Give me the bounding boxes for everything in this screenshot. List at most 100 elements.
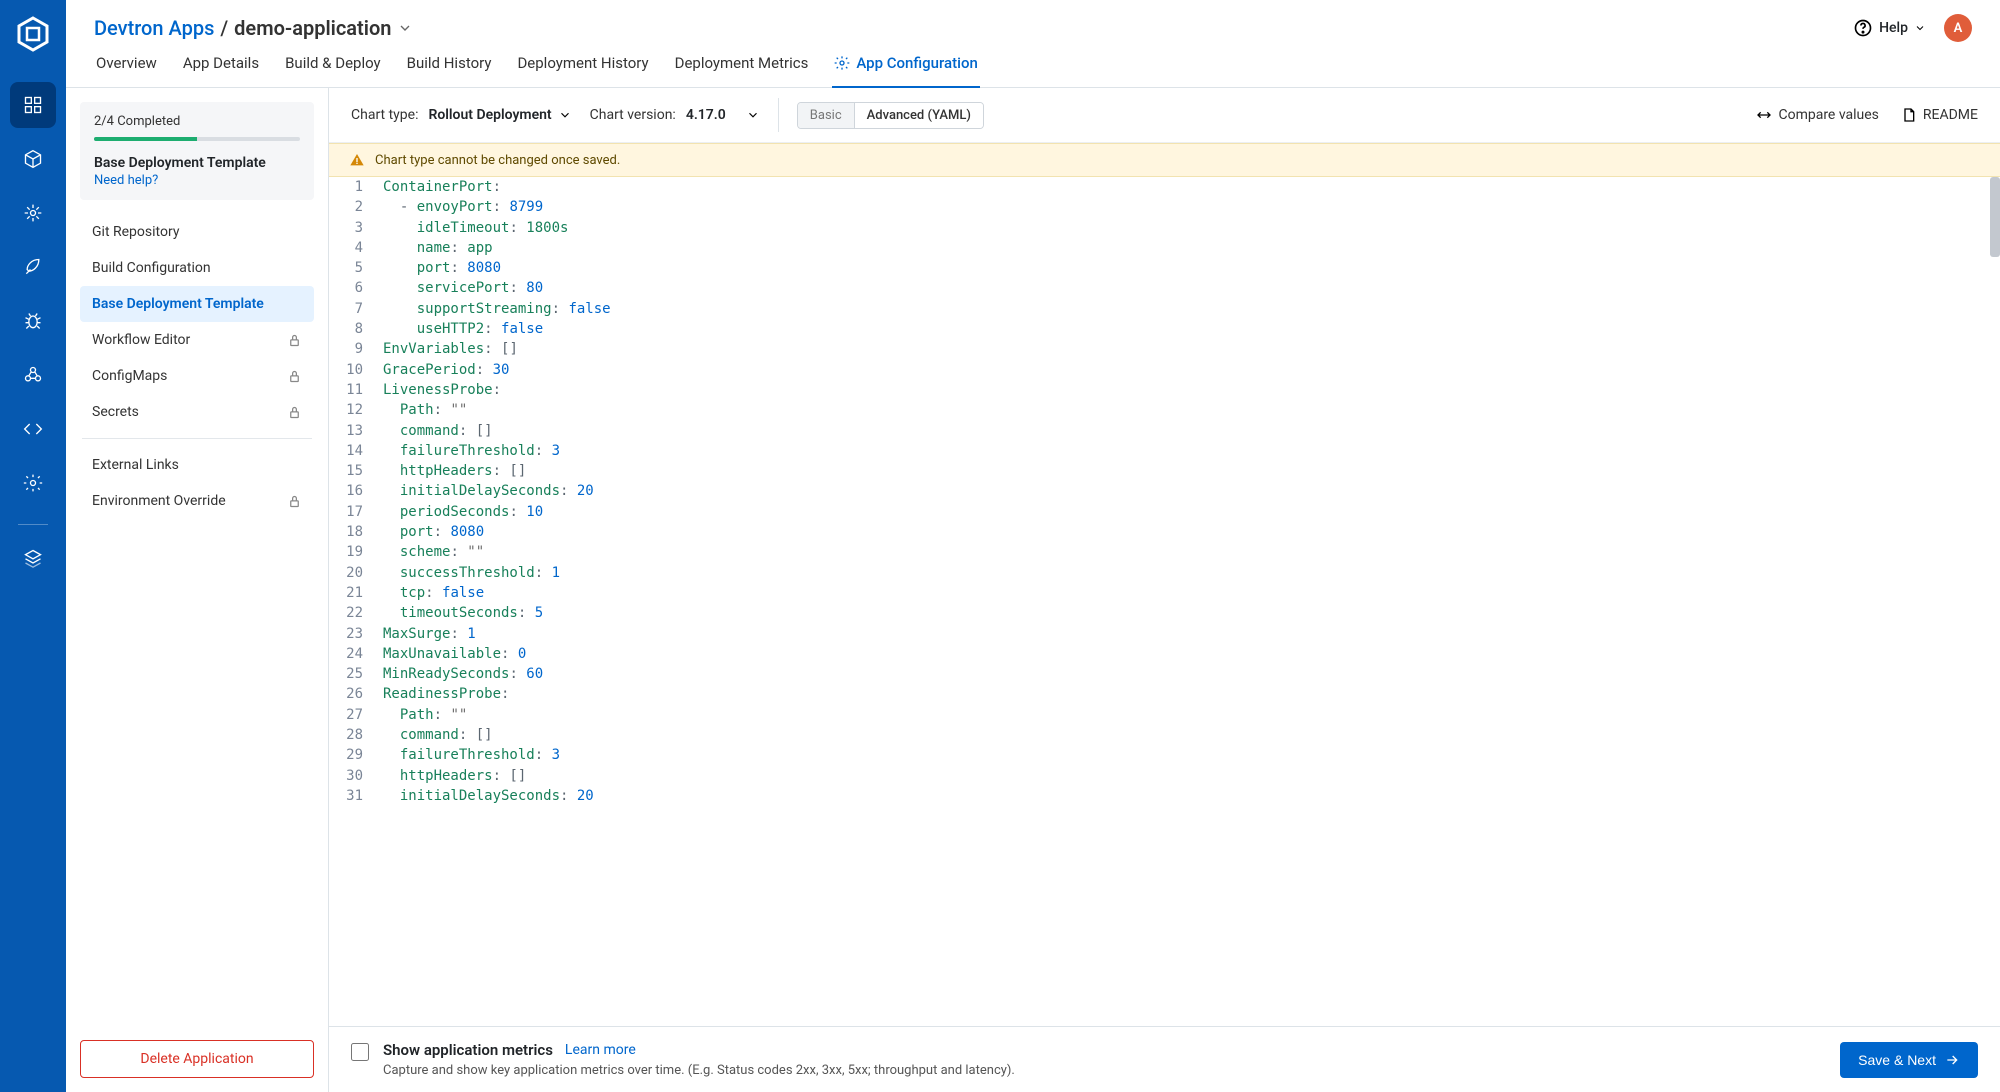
- rail-bug-icon[interactable]: [10, 298, 56, 344]
- rail-separator: [18, 524, 48, 525]
- line-number: 6: [329, 278, 375, 298]
- nav-item-label: Secrets: [92, 404, 139, 420]
- code-line: 25MinReadySeconds: 60: [329, 664, 2000, 684]
- compare-values-button[interactable]: Compare values: [1756, 107, 1878, 123]
- code-line: 21 tcp: false: [329, 583, 2000, 603]
- code-content: idleTimeout: 1800s: [375, 218, 568, 238]
- breadcrumb-root[interactable]: Devtron Apps: [94, 16, 214, 40]
- avatar[interactable]: A: [1944, 14, 1972, 42]
- nav-external-links[interactable]: External Links: [80, 447, 314, 483]
- delete-application-button[interactable]: Delete Application: [80, 1040, 314, 1078]
- code-line: 7 supportStreaming: false: [329, 299, 2000, 319]
- code-content: failureThreshold: 3: [375, 441, 560, 461]
- code-content: port: 8080: [375, 522, 484, 542]
- code-content: supportStreaming: false: [375, 299, 611, 319]
- rail-cube-icon[interactable]: [10, 136, 56, 182]
- nav-environment-override[interactable]: Environment Override: [80, 483, 314, 519]
- rail-cluster-icon[interactable]: [10, 352, 56, 398]
- chart-type-dropdown[interactable]: Rollout Deployment: [428, 107, 571, 123]
- rail-stack-icon[interactable]: [10, 535, 56, 581]
- scrollbar-thumb[interactable]: [1990, 177, 2000, 257]
- rail-helm-icon[interactable]: [10, 190, 56, 236]
- chart-version-dropdown[interactable]: 4.17.0: [686, 107, 760, 123]
- tab-overview[interactable]: Overview: [94, 54, 159, 88]
- nav-base-deployment-template[interactable]: Base Deployment Template: [80, 286, 314, 322]
- rail-code-icon[interactable]: [10, 406, 56, 452]
- code-content: - envoyPort: 8799: [375, 197, 543, 217]
- toggle-advanced[interactable]: Advanced (YAML): [855, 103, 983, 128]
- nav-secrets[interactable]: Secrets: [80, 394, 314, 430]
- readme-button[interactable]: README: [1901, 107, 1978, 123]
- help-button[interactable]: Help: [1853, 18, 1926, 38]
- code-content: scheme: "": [375, 542, 484, 562]
- chart-version-label: Chart version:: [590, 107, 676, 123]
- nav-workflow-editor[interactable]: Workflow Editor: [80, 322, 314, 358]
- code-content: httpHeaders: []: [375, 766, 526, 786]
- tab-deployment-history[interactable]: Deployment History: [515, 54, 650, 88]
- tab-app-configuration[interactable]: App Configuration: [832, 54, 979, 88]
- nav-item-label: Environment Override: [92, 493, 226, 509]
- code-line: 5 port: 8080: [329, 258, 2000, 278]
- tab-label: Build History: [407, 54, 492, 72]
- editor-toolbar: Chart type: Rollout Deployment Chart ver…: [329, 88, 2000, 143]
- code-line: 26ReadinessProbe:: [329, 684, 2000, 704]
- scroll-track: [1990, 177, 2000, 1026]
- nav-build-configuration[interactable]: Build Configuration: [80, 250, 314, 286]
- nav-git-repository[interactable]: Git Repository: [80, 214, 314, 250]
- progress-help-link[interactable]: Need help?: [94, 173, 158, 188]
- lock-icon: [287, 494, 302, 509]
- breadcrumb-sep: /: [220, 16, 228, 40]
- code-line: 20 successThreshold: 1: [329, 563, 2000, 583]
- code-content: initialDelaySeconds: 20: [375, 786, 594, 806]
- code-content: periodSeconds: 10: [375, 502, 543, 522]
- code-line: 19 scheme: "": [329, 542, 2000, 562]
- code-content: LivenessProbe:: [375, 380, 501, 400]
- metrics-checkbox[interactable]: [351, 1043, 369, 1061]
- tab-app-details[interactable]: App Details: [181, 54, 261, 88]
- line-number: 10: [329, 360, 375, 380]
- line-number: 2: [329, 197, 375, 217]
- tab-build-deploy[interactable]: Build & Deploy: [283, 54, 383, 88]
- tab-label: App Configuration: [856, 54, 977, 72]
- lock-icon: [287, 405, 302, 420]
- nav-configmaps[interactable]: ConfigMaps: [80, 358, 314, 394]
- chevron-down-icon[interactable]: [397, 20, 413, 36]
- code-content: MinReadySeconds: 60: [375, 664, 543, 684]
- code-line: 16 initialDelaySeconds: 20: [329, 481, 2000, 501]
- code-content: name: app: [375, 238, 493, 258]
- lock-icon: [287, 333, 302, 348]
- code-line: 30 httpHeaders: []: [329, 766, 2000, 786]
- editor-footer: Show application metrics Learn more Capt…: [329, 1026, 2000, 1092]
- code-line: 31 initialDelaySeconds: 20: [329, 786, 2000, 806]
- code-content: Path: "": [375, 705, 467, 725]
- line-number: 22: [329, 603, 375, 623]
- code-content: initialDelaySeconds: 20: [375, 481, 594, 501]
- mode-toggle: Basic Advanced (YAML): [797, 102, 984, 129]
- tab-label: Overview: [96, 54, 157, 72]
- arrow-right-icon: [1944, 1052, 1960, 1068]
- rail-rocket-icon[interactable]: [10, 244, 56, 290]
- metrics-learn-more[interactable]: Learn more: [565, 1042, 636, 1058]
- config-sidebar: 2/4 Completed Base Deployment Template N…: [66, 88, 328, 1092]
- nav-item-label: Base Deployment Template: [92, 296, 264, 312]
- code-content: command: []: [375, 421, 493, 441]
- rail-settings-icon[interactable]: [10, 460, 56, 506]
- tab-build-history[interactable]: Build History: [405, 54, 494, 88]
- code-content: EnvVariables: []: [375, 339, 518, 359]
- toggle-basic[interactable]: Basic: [798, 103, 855, 128]
- tab-deployment-metrics[interactable]: Deployment Metrics: [673, 54, 811, 88]
- progress-bar: [94, 137, 300, 141]
- yaml-editor[interactable]: 1ContainerPort:2 - envoyPort: 87993 idle…: [329, 177, 2000, 1026]
- save-and-next-button[interactable]: Save & Next: [1840, 1042, 1978, 1078]
- line-number: 4: [329, 238, 375, 258]
- line-number: 7: [329, 299, 375, 319]
- line-number: 31: [329, 786, 375, 806]
- rail-apps-icon[interactable]: [10, 82, 56, 128]
- warning-text: Chart type cannot be changed once saved.: [375, 153, 620, 168]
- save-label: Save & Next: [1858, 1052, 1936, 1068]
- line-number: 23: [329, 624, 375, 644]
- code-content: tcp: false: [375, 583, 484, 603]
- warning-banner: Chart type cannot be changed once saved.: [329, 143, 2000, 177]
- editor-panel: Chart type: Rollout Deployment Chart ver…: [328, 88, 2000, 1092]
- line-number: 3: [329, 218, 375, 238]
